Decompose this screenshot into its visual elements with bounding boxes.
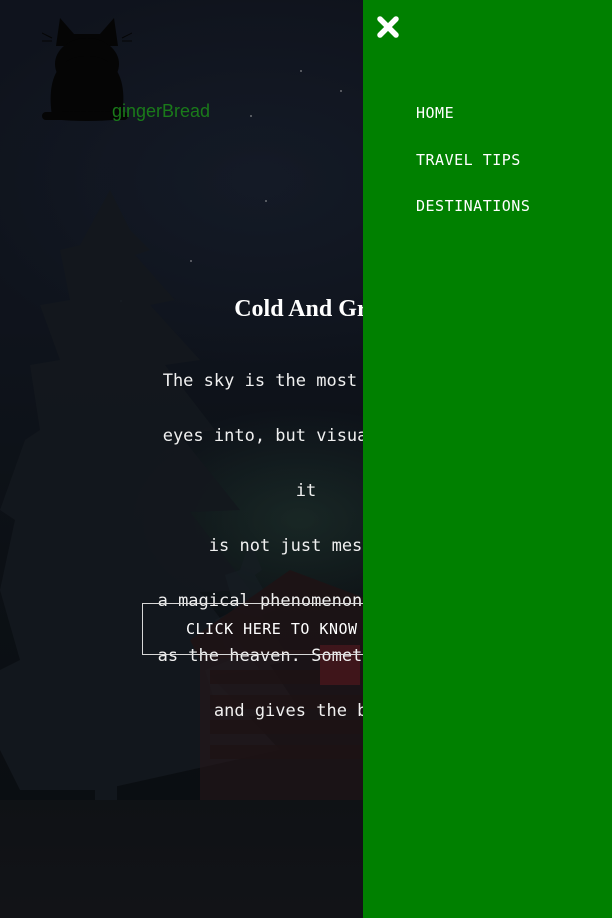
side-nav-drawer: HOME TRAVEL TIPS DESTINATIONS: [363, 0, 612, 918]
nav-menu: HOME TRAVEL TIPS DESTINATIONS: [416, 100, 530, 240]
nav-item-travel-tips: TRAVEL TIPS: [416, 147, 530, 194]
nav-link-home[interactable]: HOME: [416, 104, 454, 122]
nav-item-destinations: DESTINATIONS: [416, 193, 530, 240]
site-logo[interactable]: gingerBread: [42, 16, 232, 126]
nav-link-destinations[interactable]: DESTINATIONS: [416, 197, 530, 215]
close-x-icon[interactable]: [375, 14, 401, 40]
nav-link-travel-tips[interactable]: TRAVEL TIPS: [416, 151, 521, 169]
brand-name: gingerBread: [112, 101, 211, 121]
page: gingerBread Cold And Gre The sky is the …: [0, 0, 612, 918]
nav-item-home: HOME: [416, 100, 530, 147]
